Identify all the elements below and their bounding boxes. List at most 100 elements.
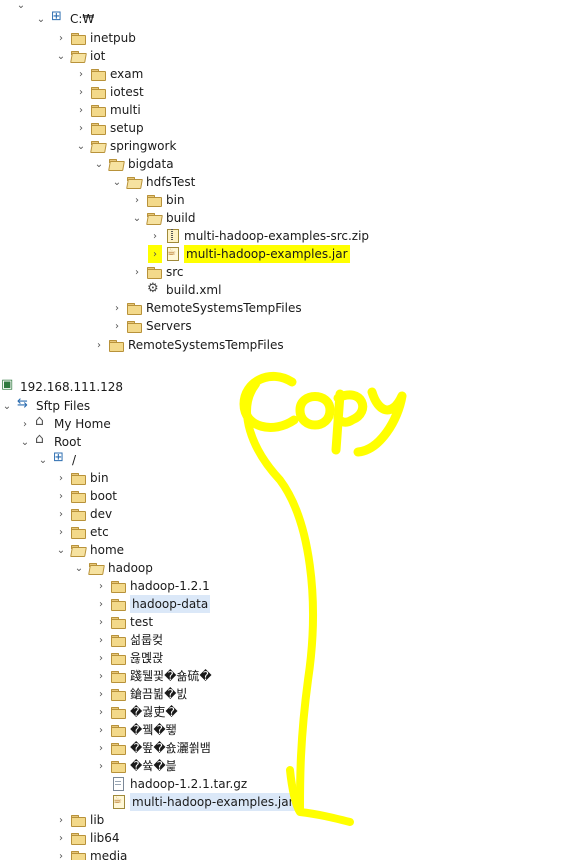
chevron-right-icon[interactable]: › [148,227,162,245]
tree-row-setup[interactable]: › setup [74,119,144,137]
tree-row-hdfstest[interactable]: ⌄ hdfsTest [110,173,196,191]
tree-row-my-home[interactable]: › My Home [18,413,111,433]
folder-label: �쓬�븙 [130,759,177,773]
tree-row-exam[interactable]: › exam [74,65,143,83]
chevron-right-icon[interactable]: › [94,613,108,631]
chevron-right-icon[interactable]: › [94,577,108,595]
tree-row-lib64[interactable]: › lib64 [54,829,120,847]
chevron-right-icon[interactable]: › [130,191,144,209]
tree-row-remote-temp-2[interactable]: › RemoteSystemsTempFiles [92,336,284,352]
tree-row-lib[interactable]: › lib [54,811,104,829]
tree-row-src[interactable]: › src [130,263,184,281]
tree-row-multi[interactable]: › multi [74,101,141,119]
tree-row-iot[interactable]: ⌄ iot [54,47,106,65]
file-label: hadoop-1.2.1.tar.gz [130,777,248,791]
chevron-right-icon[interactable]: › [18,415,32,433]
tree-row-host[interactable]: 192.168.111.128 [0,377,123,396]
tree-row-servers[interactable]: › Servers [110,317,192,335]
chevron-down-icon[interactable]: ⌄ [74,137,88,155]
tree-row-hadoop-data[interactable]: › hadoop-data [94,595,211,613]
chevron-right-icon[interactable]: › [94,739,108,757]
chevron-right-icon[interactable]: › [110,317,124,335]
chevron-right-icon[interactable]: › [54,487,68,505]
chevron-right-icon[interactable]: › [94,685,108,703]
tree-row-root[interactable]: ⌄ Root [18,431,81,451]
chevron-right-icon[interactable]: › [74,83,88,101]
chevron-down-icon[interactable]: ⌄ [54,47,68,65]
folder-icon [70,506,86,522]
tree-row-slash[interactable]: ⌄ / [36,450,76,469]
tree-row-iotest[interactable]: › iotest [74,83,144,101]
tree-row-hadoop-121[interactable]: › hadoop-1.2.1 [94,577,210,595]
chevron-right-icon[interactable]: › [94,721,108,739]
chevron-down-icon[interactable]: ⌄ [54,541,68,559]
chevron-right-icon[interactable]: › [54,29,68,47]
tree-row-home[interactable]: ⌄ home [54,541,124,559]
folder-label: RemoteSystemsTempFiles [146,301,302,315]
tree-row-remote-temp[interactable]: › RemoteSystemsTempFiles [110,299,302,317]
chevron-right-icon[interactable]: › [74,101,88,119]
tree-row-drive-c[interactable]: ⌄ C:₩ [34,9,95,28]
tree-row-bin[interactable]: › bin [54,469,109,487]
tree-row-boot[interactable]: › boot [54,487,117,505]
tree-row-build-xml[interactable]: build.xml [130,281,221,299]
chevron-right-icon[interactable]: › [94,595,108,613]
tree-row-garbled-3[interactable]: › 踐뒐끷�숆硫� [94,667,212,685]
folder-icon [146,264,162,280]
tree-row-garbled-8[interactable]: › �쓬�븙 [94,757,177,775]
tree-row-garbled-6[interactable]: › �뀈�뙣 [94,721,177,739]
tree-row-test[interactable]: › test [94,613,153,631]
folder-label: �뙆�숈灑쐵뱀 [130,741,211,755]
tree-row-garbled-4[interactable]: › 鎗끔뷞�빐 [94,685,187,703]
tree-row-inetpub[interactable]: › inetpub [54,29,136,47]
chevron-down-icon[interactable]: ⌄ [34,10,48,28]
chevron-right-icon[interactable]: › [130,263,144,281]
folder-label: test [130,615,154,629]
folder-label: dev [90,507,113,521]
chevron-right-icon[interactable]: › [94,649,108,667]
chevron-right-icon[interactable]: › [92,336,106,352]
tree-row-src-zip[interactable]: › multi-hadoop-examples-src.zip [148,227,369,245]
folder-icon [110,758,126,774]
chevron-right-icon[interactable]: › [74,119,88,137]
chevron-down-icon[interactable]: ⌄ [36,451,50,469]
tree-row-examples-jar[interactable]: › multi-hadoop-examples.jar [148,245,350,263]
chevron-down-icon[interactable]: ⌄ [130,209,144,227]
tree-row-garbled-1[interactable]: › 섦룹컺 [94,631,163,649]
tree-row-dev[interactable]: › dev [54,505,112,523]
open-folder-icon [126,174,142,190]
tree-row-garbled-7[interactable]: › �뙆�숈灑쐵뱀 [94,739,211,757]
chevron-right-icon[interactable]: › [54,811,68,829]
tree-row-hadoop[interactable]: ⌄ hadoop [72,559,153,577]
tree-row-etc[interactable]: › etc [54,523,109,541]
chevron-right-icon[interactable]: › [94,667,108,685]
tree-row-bin[interactable]: › bin [130,191,185,209]
folder-icon [126,318,142,334]
tree-row-garbled-5[interactable]: › �궗吏� [94,703,178,721]
tree-row-build[interactable]: ⌄ build [130,209,196,227]
chevron-down-icon[interactable]: ⌄ [110,173,124,191]
chevron-down-icon[interactable]: ⌄ [0,397,14,415]
chevron-right-icon[interactable]: › [74,65,88,83]
chevron-right-icon[interactable]: › [148,245,162,263]
chevron-down-icon[interactable]: ⌄ [92,155,106,173]
tree-row-springwork[interactable]: ⌄ springwork [74,137,177,155]
chevron-down-icon[interactable]: ⌄ [18,433,32,451]
chevron-right-icon[interactable]: › [94,631,108,649]
chevron-right-icon[interactable]: › [54,829,68,847]
chevron-right-icon[interactable]: › [54,505,68,523]
chevron-right-icon[interactable]: › [94,757,108,775]
tree-row-hadoop-tar[interactable]: hadoop-1.2.1.tar.gz [94,775,247,793]
tree-row-bigdata[interactable]: ⌄ bigdata [92,155,174,173]
chevron-right-icon[interactable]: › [54,847,68,860]
chevron-right-icon[interactable]: › [94,703,108,721]
chevron-down-icon[interactable]: ⌄ [72,559,86,577]
chevron-right-icon[interactable]: › [54,523,68,541]
folder-icon [110,704,126,720]
chevron-right-icon[interactable]: › [110,299,124,317]
tree-row-sftp-files[interactable]: ⌄ Sftp Files [0,396,90,415]
chevron-right-icon[interactable]: › [54,469,68,487]
tree-row-garbled-2[interactable]: › 윦몑괁 [94,649,163,667]
tree-row-examples-jar-remote[interactable]: multi-hadoop-examples.jar [94,793,296,811]
tree-row-media[interactable]: › media [54,847,127,860]
